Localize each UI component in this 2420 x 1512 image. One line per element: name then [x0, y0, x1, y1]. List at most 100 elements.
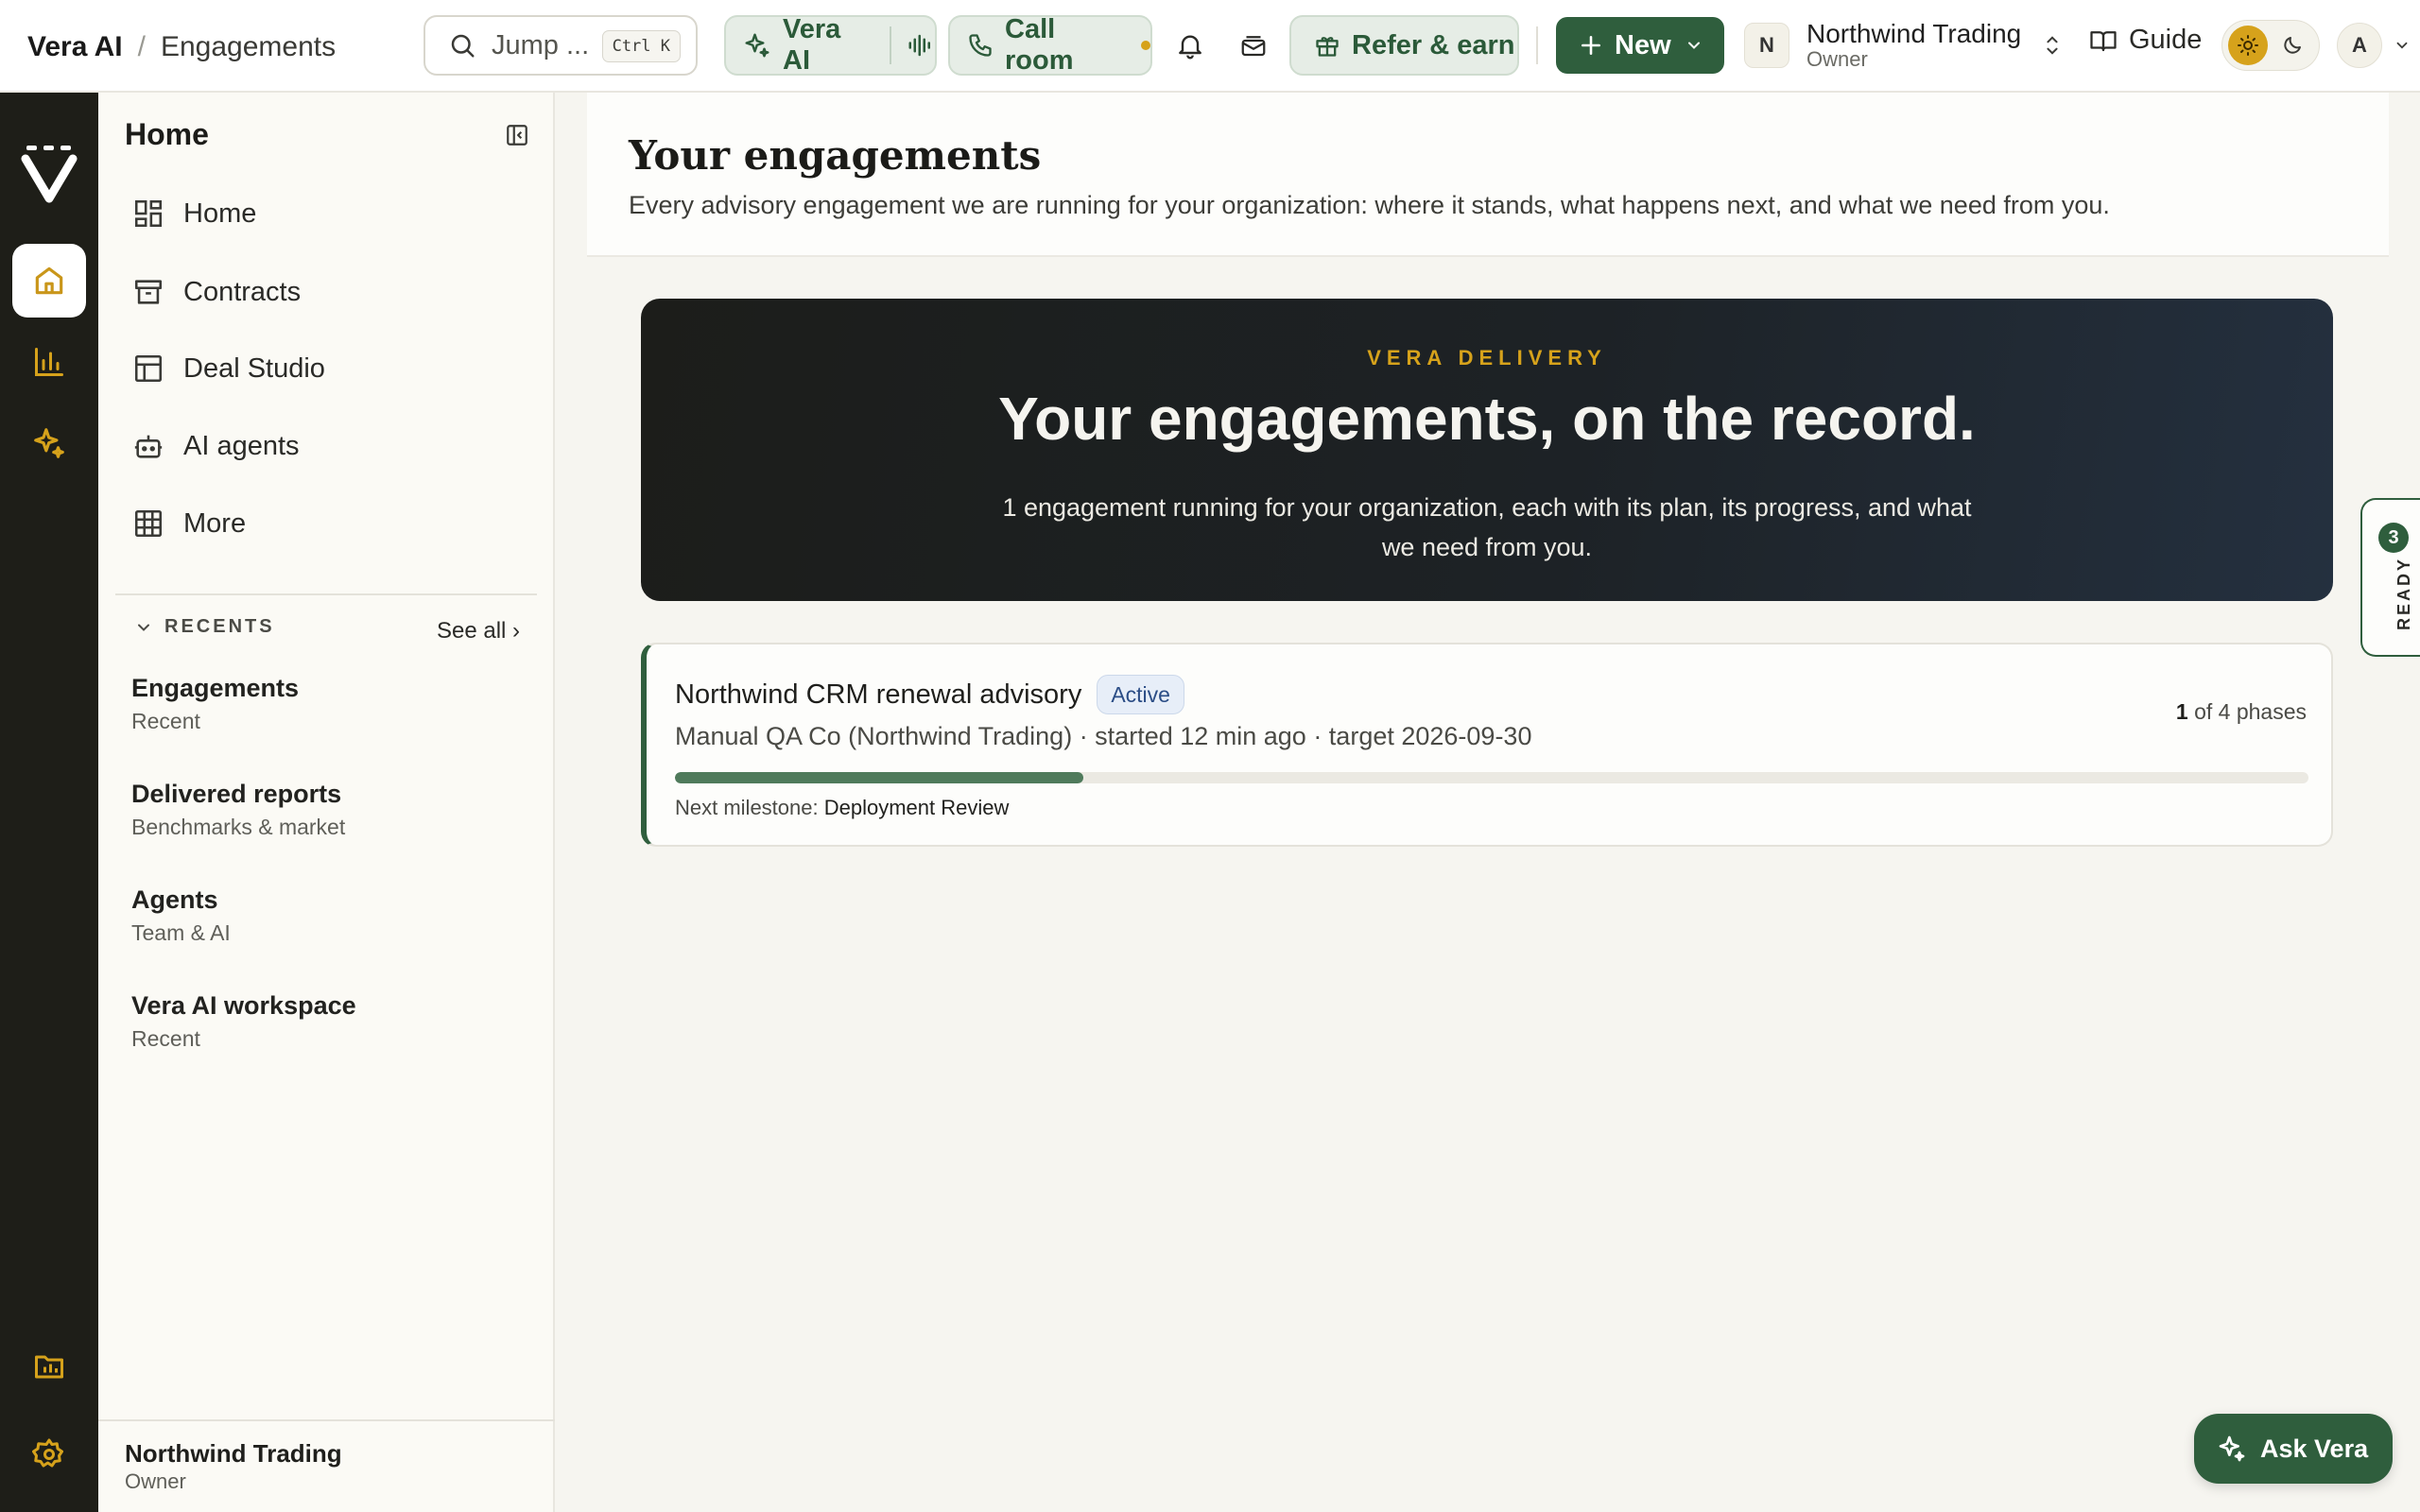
call-status-dot	[1141, 41, 1150, 50]
notifications-button[interactable]	[1169, 25, 1211, 66]
bot-icon	[132, 430, 164, 462]
sidebar: Home Home Contracts Deal Studio AI agent…	[98, 93, 555, 1512]
voice-waveform-icon[interactable]	[907, 31, 935, 60]
sparkle-icon	[2217, 1434, 2247, 1464]
sidebar-footer-divider	[98, 1419, 555, 1421]
ready-label: READY	[2394, 556, 2413, 630]
home-icon	[31, 263, 67, 299]
breadcrumb-app[interactable]: Vera AI	[27, 28, 123, 66]
top-bar: Vera AI / Engagements Jump ... Ctrl K Ve…	[0, 0, 2420, 93]
panel-collapse-icon	[507, 125, 527, 146]
grid-icon	[132, 507, 164, 540]
engagement-title[interactable]: Northwind CRM renewal advisory	[675, 679, 1081, 711]
recent-subtitle: Recent	[131, 1026, 200, 1051]
sidebar-divider	[115, 593, 537, 595]
see-all-link[interactable]: See all ›	[437, 618, 520, 644]
org-switcher[interactable]: N Northwind Trading Owner	[1744, 17, 2066, 74]
engagement-progress-bar	[675, 772, 2308, 783]
sidebar-item-more[interactable]: More	[132, 495, 246, 552]
gift-icon	[1314, 32, 1340, 59]
new-label: New	[1615, 29, 1671, 60]
main-content: Your engagements Every advisory engageme…	[555, 93, 2420, 1512]
engagement-meta: Manual QA Co (Northwind Trading) · start…	[675, 722, 1532, 750]
hero-subtitle: 1 engagement running for your organizati…	[1002, 493, 1972, 561]
sidebar-org-footer[interactable]: Northwind Trading Owner	[125, 1438, 342, 1495]
guide-button[interactable]: Guide	[2089, 25, 2202, 56]
ask-vera-label: Ask Vera	[2260, 1434, 2369, 1463]
chevron-down-icon	[1685, 36, 1703, 55]
sidebar-item-home[interactable]: Home	[132, 185, 256, 242]
progress-fill	[675, 772, 1083, 783]
chevron-up-down-icon	[2042, 32, 2063, 59]
page-header: Your engagements Every advisory engageme…	[587, 93, 2389, 257]
recent-subtitle: Benchmarks & market	[131, 815, 346, 839]
sidebar-item-label: Contracts	[183, 276, 302, 307]
sidebar-item-label: AI agents	[183, 430, 300, 461]
pill-divider	[890, 26, 891, 64]
refer-earn-button[interactable]: Refer & earn	[1289, 15, 1519, 76]
status-badge: Active	[1097, 675, 1184, 714]
archive-icon	[132, 276, 164, 308]
search-icon	[448, 31, 476, 60]
rail-ai-button[interactable]	[12, 406, 86, 480]
recent-title: Agents	[131, 885, 218, 914]
rail-home-button[interactable]	[12, 244, 86, 318]
call-room-label: Call room	[1005, 14, 1074, 76]
vera-logo[interactable]	[21, 146, 78, 204]
recents-heading: RECENTS	[164, 616, 275, 637]
vera-ai-button[interactable]: Vera AI	[724, 14, 937, 76]
ready-side-tab[interactable]: 3 READY	[2360, 498, 2420, 657]
inbox-button[interactable]	[1233, 25, 1274, 66]
recent-item-delivered-reports[interactable]: Delivered reports Benchmarks & market	[131, 777, 345, 843]
rail-analytics-button[interactable]	[12, 325, 86, 399]
mail-stack-icon	[1239, 31, 1268, 60]
ask-vera-button[interactable]: Ask Vera	[2194, 1414, 2393, 1484]
ready-count-badge: 3	[2378, 523, 2409, 553]
sidebar-org-name: Northwind Trading	[125, 1439, 342, 1468]
moon-icon[interactable]	[2281, 34, 2304, 57]
recents-toggle[interactable]: RECENTS	[134, 616, 275, 638]
icon-rail	[0, 93, 98, 1512]
hero-banner: VERA DELIVERY Your engagements, on the r…	[641, 299, 2333, 601]
sidebar-item-contracts[interactable]: Contracts	[132, 264, 301, 320]
engagement-card[interactable]: Northwind CRM renewal advisory Active Ma…	[641, 643, 2333, 847]
guide-label: Guide	[2129, 25, 2203, 55]
sidebar-item-label: Home	[183, 198, 257, 229]
folder-chart-icon	[32, 1349, 66, 1383]
layout-icon	[132, 352, 164, 385]
org-name: Northwind Trading	[1806, 19, 2022, 48]
recent-subtitle: Team & AI	[131, 920, 231, 945]
org-role: Owner	[1806, 47, 1868, 71]
recent-title: Delivered reports	[131, 780, 342, 808]
search-shortcut-badge: Ctrl K	[601, 30, 681, 62]
sparkle-icon	[31, 425, 67, 461]
search-input[interactable]: Jump ... Ctrl K	[424, 15, 698, 76]
rail-reports-button[interactable]	[12, 1329, 86, 1402]
sparkle-icon	[743, 31, 771, 60]
sidebar-item-label: More	[183, 507, 247, 539]
sidebar-title: Home	[125, 117, 209, 151]
recent-item-engagements[interactable]: Engagements Recent	[131, 671, 299, 737]
dashboard-icon	[132, 198, 164, 230]
sidebar-item-ai-agents[interactable]: AI agents	[132, 418, 300, 474]
page-title: Your engagements	[629, 132, 1042, 179]
sidebar-item-label: Deal Studio	[183, 352, 325, 384]
phase-total: of 4 phases	[2187, 699, 2307, 724]
call-room-button[interactable]: Call room	[948, 14, 1152, 76]
user-menu[interactable]: A	[2337, 23, 2411, 68]
collapse-sidebar-button[interactable]	[505, 123, 529, 147]
rail-settings-button[interactable]	[12, 1418, 86, 1491]
sun-icon[interactable]	[2228, 26, 2268, 65]
page-subtitle: Every advisory engagement we are running…	[629, 191, 2110, 219]
sidebar-item-deal-studio[interactable]: Deal Studio	[132, 340, 325, 397]
recent-item-vera-ai-workspace[interactable]: Vera AI workspace Recent	[131, 988, 356, 1055]
hero-eyebrow: VERA DELIVERY	[1367, 346, 1607, 369]
breadcrumb: Vera AI / Engagements	[27, 28, 336, 66]
chevron-down-icon	[134, 618, 153, 637]
refer-earn-label: Refer & earn	[1352, 29, 1515, 60]
theme-toggle[interactable]	[2221, 20, 2320, 71]
recent-item-agents[interactable]: Agents Team & AI	[131, 883, 231, 949]
milestone-value: Deployment Review	[823, 796, 1010, 819]
new-button[interactable]: New	[1556, 17, 1724, 74]
hero-title: Your engagements, on the record.	[998, 385, 1976, 453]
